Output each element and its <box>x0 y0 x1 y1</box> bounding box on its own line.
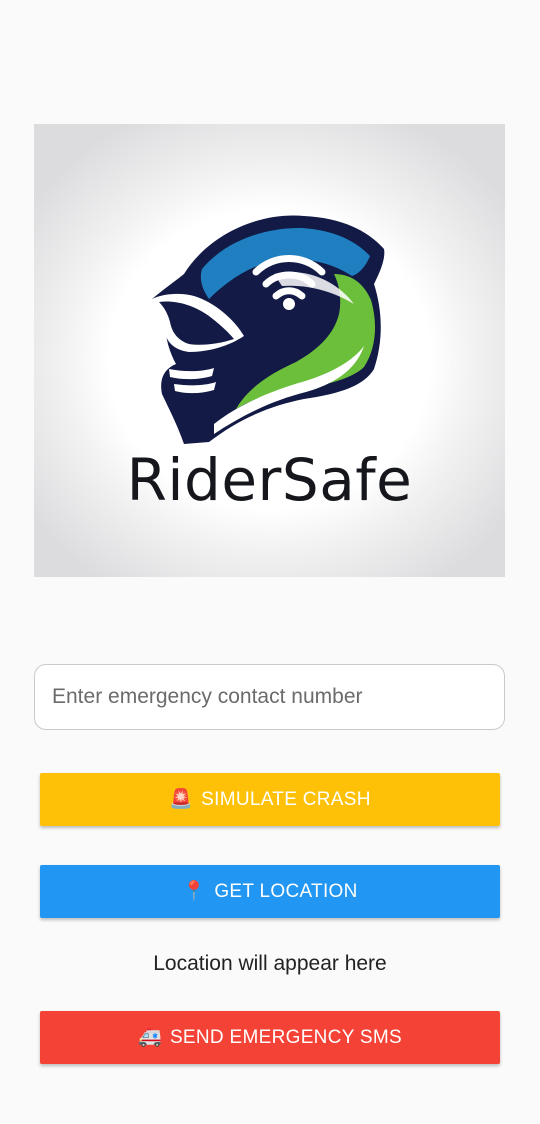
siren-icon: 🚨 <box>169 789 194 810</box>
simulate-crash-label: SIMULATE CRASH <box>201 788 371 810</box>
location-pin-icon: 📍 <box>182 881 207 902</box>
send-emergency-sms-label: SEND EMERGENCY SMS <box>169 1026 402 1048</box>
app-screen: RiderSafe 🚨 SIMULATE CRASH 📍 GET LOCATIO… <box>0 0 540 1124</box>
app-logo: RiderSafe <box>34 124 505 577</box>
location-status-text: Location will appear here <box>153 952 387 975</box>
brand-name: RiderSafe <box>126 446 413 514</box>
emergency-contact-input[interactable] <box>34 664 505 730</box>
get-location-button[interactable]: 📍 GET LOCATION <box>40 865 500 918</box>
get-location-label: GET LOCATION <box>214 880 358 902</box>
send-emergency-sms-button[interactable]: 🚑 SEND EMERGENCY SMS <box>40 1011 500 1064</box>
simulate-crash-button[interactable]: 🚨 SIMULATE CRASH <box>40 773 500 826</box>
ambulance-icon: 🚑 <box>137 1027 162 1048</box>
